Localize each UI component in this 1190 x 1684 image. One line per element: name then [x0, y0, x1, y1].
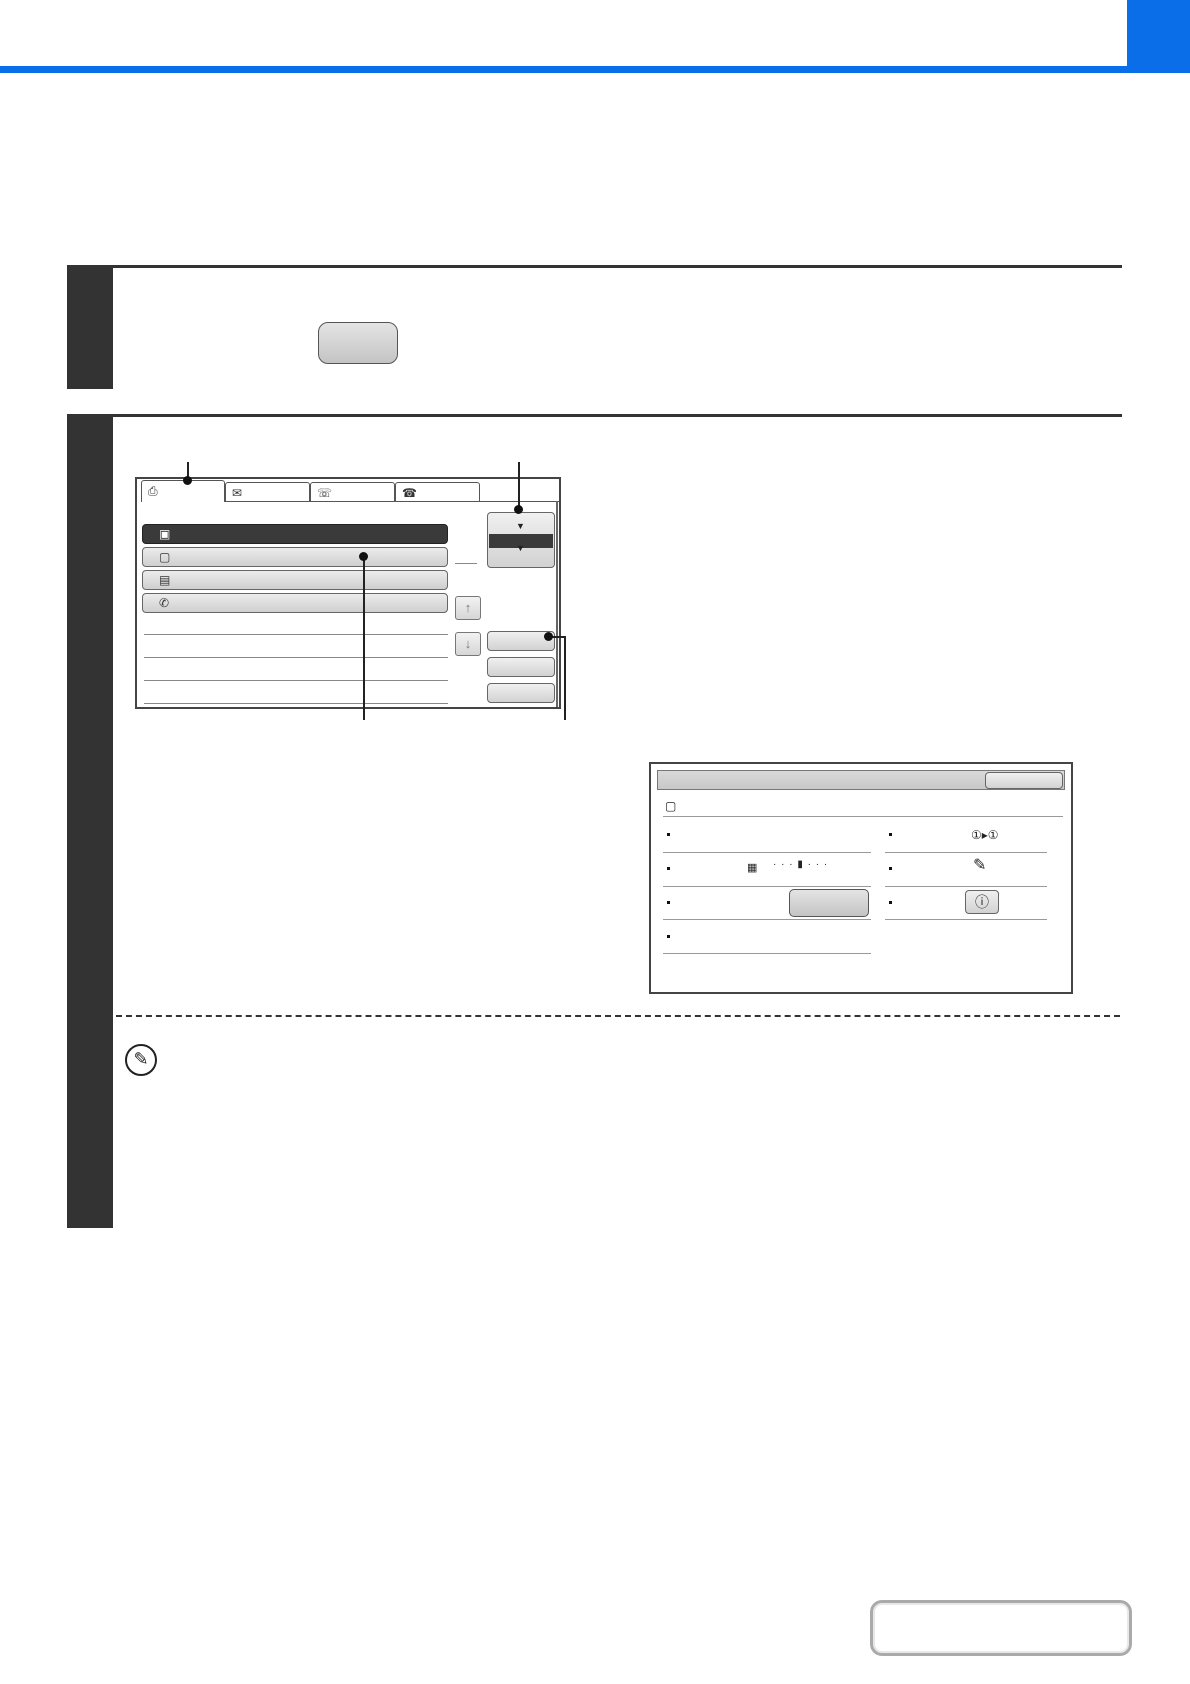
detail-bullet [889, 901, 892, 904]
detail-row-separator [885, 886, 1047, 887]
tab-email[interactable]: ✉ [225, 482, 310, 502]
pencil-glyph: ✎ [133, 1049, 149, 1069]
detail-header-separator [663, 816, 1063, 817]
page-indicator-line [455, 563, 477, 564]
contents-button[interactable] [870, 1600, 1132, 1656]
job-status-screen: ⎙ ✉ ☏ ☎ ▣ ▢ ▤ ✆ ↑ ↓ ▼ ▼ [135, 477, 561, 709]
arrow-up-icon: ↑ [464, 600, 472, 615]
detail-bullet [667, 901, 670, 904]
callout-dot-toggle [514, 505, 523, 514]
detail-bullet [667, 867, 670, 870]
detail-bullet [889, 867, 892, 870]
detail-row-separator [885, 919, 1047, 920]
panel-scroll-track [556, 501, 558, 707]
detail-setting-button[interactable] [789, 889, 869, 917]
triangle-down-icon: ▼ [516, 543, 525, 553]
list-item-document-filing[interactable]: ▣ [142, 524, 448, 544]
scroll-down-button[interactable]: ↓ [455, 632, 481, 656]
header-accent-block [1127, 0, 1190, 73]
arrow-down-icon: ↓ [464, 636, 472, 651]
step1-bar [67, 265, 113, 389]
callout-line-toggle [518, 462, 520, 509]
triangle-down-icon: ▼ [516, 521, 525, 531]
step1-rule [67, 265, 1122, 268]
tab-internet-fax[interactable]: ☎ [395, 482, 480, 502]
copy-job-icon: ▢ [159, 550, 171, 564]
internet-fax-icon: ☎ [402, 486, 417, 500]
detail-row-separator [885, 852, 1047, 853]
detail-row-separator [663, 852, 871, 853]
email-icon: ✉ [232, 486, 243, 500]
exposure-meter: · · · ▮ · · · [773, 859, 829, 870]
note-separator [116, 1015, 1120, 1017]
step2-bar [67, 414, 113, 1228]
list-item-copy[interactable]: ▢ [142, 547, 448, 567]
detail-row-separator [663, 886, 871, 887]
empty-row-line [144, 703, 448, 704]
empty-row-line [144, 657, 448, 658]
detail-bullet [667, 833, 670, 836]
duplex-copy-icon: ①▸① [971, 828, 999, 842]
callout-line-detail-v [564, 636, 566, 720]
scanner-icon: ⎙ [148, 484, 158, 498]
scroll-up-button[interactable]: ↑ [455, 596, 481, 620]
pencil-note-icon: ✎ [125, 1044, 157, 1076]
tab-baseline [225, 501, 559, 502]
empty-row-line [144, 680, 448, 681]
stop-delete-button[interactable] [487, 683, 555, 703]
special-modes-icon: ✎ [973, 857, 987, 874]
job-queue-toggle-button[interactable]: ▼ ▼ [487, 512, 555, 568]
exposure-icon: ▦ [747, 862, 758, 874]
detail-bullet [889, 833, 892, 836]
callout-dot-tab [183, 476, 192, 485]
step2-rule [67, 414, 1122, 417]
callout-dot-detail [544, 632, 553, 641]
fax-job-icon: ✆ [159, 596, 170, 610]
fax-icon: ☏ [317, 486, 333, 500]
callout-line-list-item [363, 556, 365, 720]
priority-button[interactable] [487, 657, 555, 677]
document-filing-icon: ▣ [159, 527, 171, 541]
job-status-key[interactable] [318, 322, 398, 364]
job-detail-screen: ▢ ▦ · · · ▮ · · · ①▸① ✎ ⓘ [649, 762, 1073, 994]
detail-row-separator [663, 919, 871, 920]
info-icon: ⓘ [975, 894, 989, 910]
empty-row-line [144, 634, 448, 635]
ok-button[interactable] [985, 772, 1063, 789]
header-accent-line [0, 66, 1190, 73]
callout-dot-list-item [359, 552, 368, 561]
list-item-fax[interactable]: ✆ [142, 593, 448, 613]
list-item-print[interactable]: ▤ [142, 570, 448, 590]
print-job-icon: ▤ [159, 573, 171, 587]
tab-fax[interactable]: ☏ [310, 482, 395, 502]
detail-bullet [667, 935, 670, 938]
copy-job-icon: ▢ [665, 799, 677, 813]
detail-row-separator [663, 953, 871, 954]
info-button[interactable]: ⓘ [965, 890, 999, 914]
